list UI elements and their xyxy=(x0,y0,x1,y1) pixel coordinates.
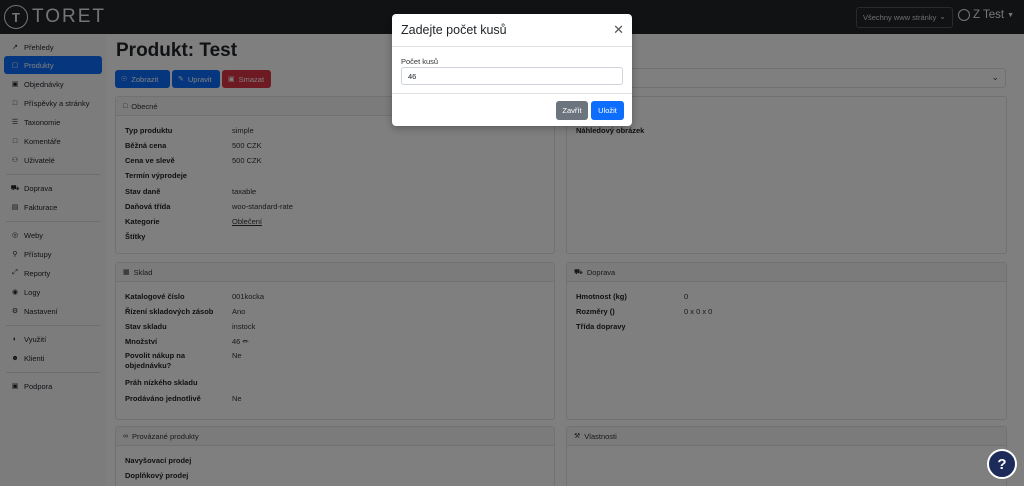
quantity-field-label: Počet kusů xyxy=(401,57,439,66)
quantity-modal: Zadejte počet kusů ✕ Počet kusů Zavřít U… xyxy=(392,14,632,126)
help-label: ? xyxy=(997,455,1007,473)
quantity-input[interactable] xyxy=(401,67,623,85)
help-button[interactable]: ? xyxy=(987,449,1017,479)
modal-title: Zadejte počet kusů xyxy=(392,14,632,47)
close-icon[interactable]: ✕ xyxy=(613,23,624,36)
modal-footer-divider xyxy=(392,93,632,94)
save-button[interactable]: Uložit xyxy=(591,101,624,120)
close-button[interactable]: Zavřít xyxy=(556,101,588,120)
